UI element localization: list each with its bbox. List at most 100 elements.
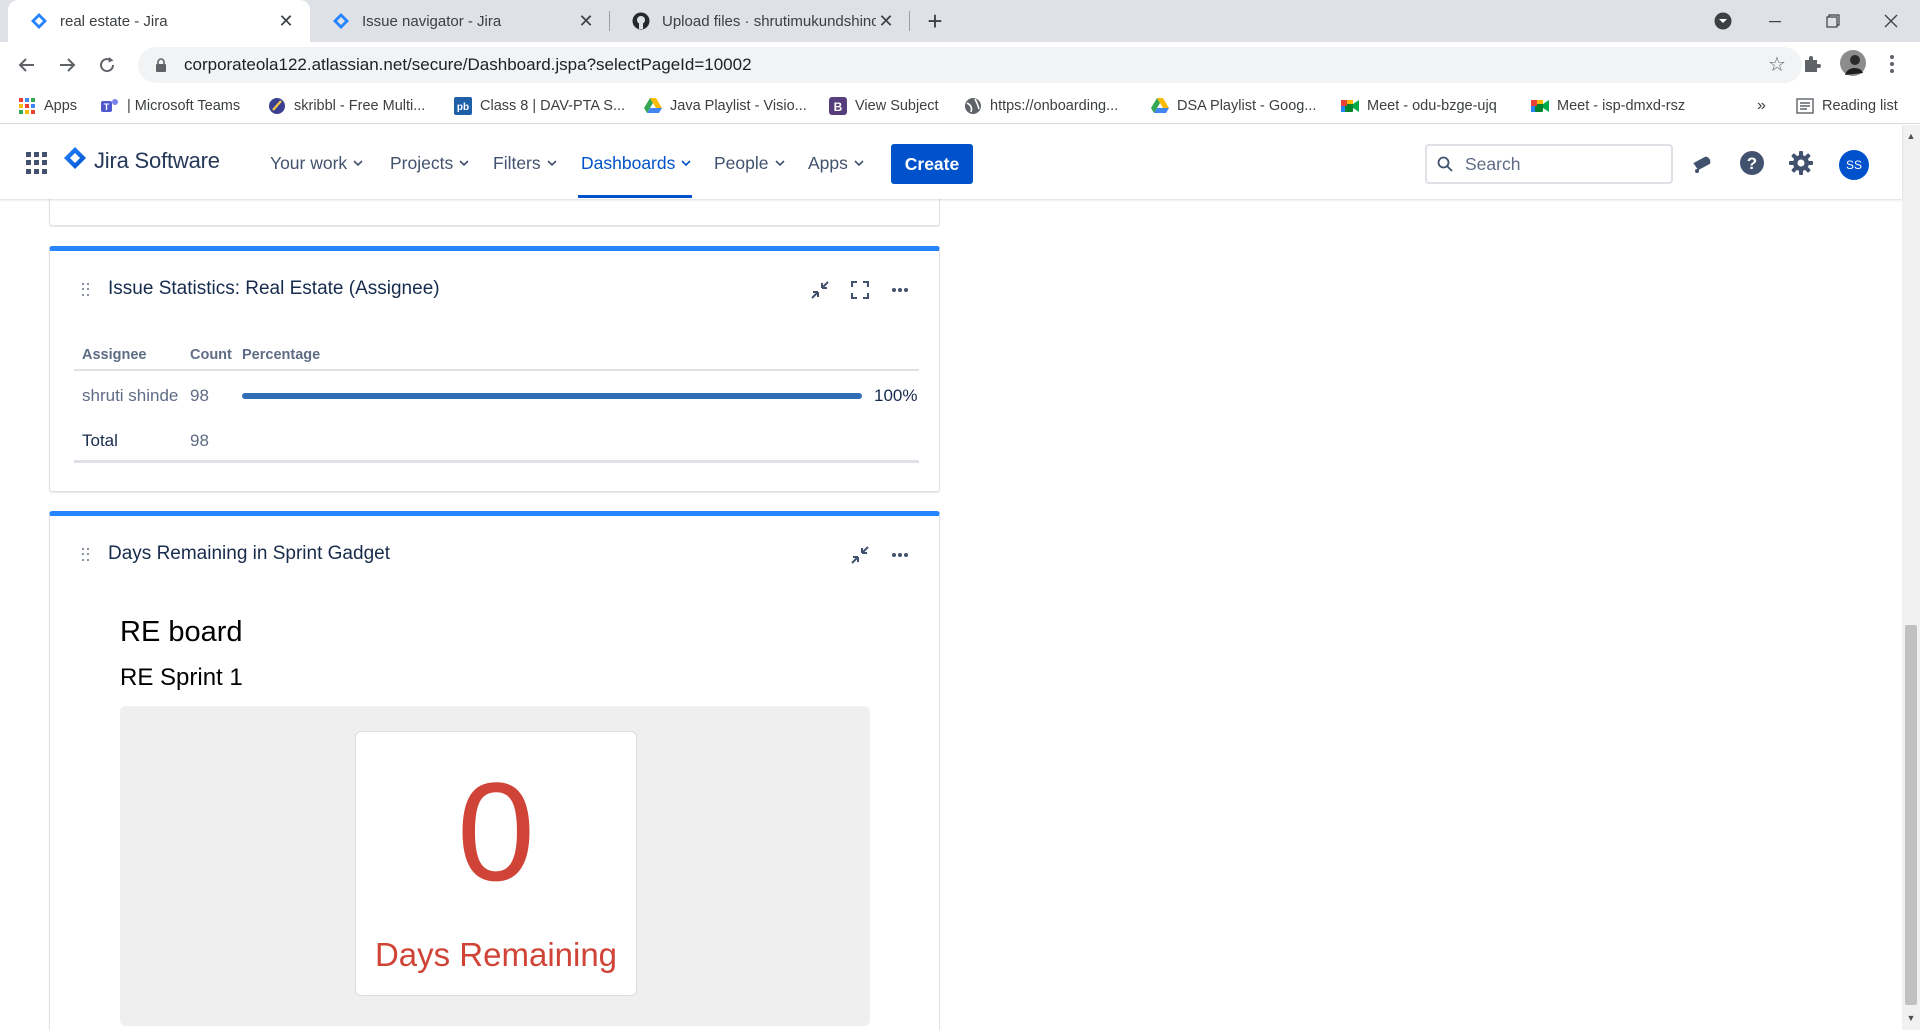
drive-icon	[1151, 97, 1169, 115]
bookmark-label: View Subject	[855, 98, 939, 114]
nav-apps[interactable]: Apps	[808, 151, 864, 175]
table-row: shruti shinde 98 100%	[74, 373, 919, 418]
apps-grid-icon	[18, 97, 36, 115]
minimize-gadget-icon[interactable]	[807, 277, 833, 303]
more-options-icon[interactable]	[887, 542, 913, 568]
drive-icon	[644, 97, 662, 115]
drag-handle-icon[interactable]	[82, 548, 90, 562]
nav-label: Apps	[808, 152, 848, 173]
search-input[interactable]: Search	[1425, 144, 1673, 184]
nav-label: Projects	[390, 152, 454, 173]
chevron-down-icon	[681, 160, 691, 167]
nav-filters[interactable]: Filters	[493, 151, 557, 175]
back-arrow-icon[interactable]	[12, 50, 42, 80]
app-switcher-icon[interactable]	[26, 152, 48, 174]
browser-tab-issue-navigator[interactable]: Issue navigator - Jira ✕	[310, 0, 610, 42]
dashboard-content: Issue Statistics: Real Estate (Assignee)…	[0, 199, 1902, 1030]
maximize-gadget-icon[interactable]	[847, 277, 873, 303]
bookmark-meet-odu[interactable]: Meet - odu-bzge-ujq	[1341, 94, 1497, 118]
bookmark-label: skribbl - Free Multi...	[294, 98, 426, 114]
nav-your-work[interactable]: Your work	[270, 151, 363, 175]
profile-avatar-icon[interactable]	[1838, 48, 1868, 78]
browser-menu-kebab-icon[interactable]	[1882, 50, 1902, 78]
page-scrollbar[interactable]: ▲ ▼	[1902, 125, 1920, 1030]
scroll-up-arrow-icon[interactable]: ▲	[1906, 131, 1916, 141]
nav-label: Dashboards	[581, 152, 676, 173]
help-icon[interactable]: ?	[1738, 149, 1766, 177]
new-tab-plus-icon[interactable]: +	[922, 8, 948, 35]
teams-icon: T	[101, 97, 119, 115]
days-remaining-gadget: Days Remaining in Sprint Gadget RE board…	[49, 511, 940, 1030]
reading-list-button[interactable]: Reading list	[1796, 94, 1898, 118]
bookmark-apps[interactable]: Apps	[18, 94, 77, 118]
bookmark-onboarding[interactable]: https://onboarding...	[964, 94, 1118, 118]
forward-arrow-icon[interactable]	[52, 50, 82, 80]
meet-icon	[1341, 97, 1359, 115]
days-remaining-card: 0 Days Remaining	[355, 731, 637, 996]
days-remaining-label: Days Remaining	[374, 936, 618, 973]
tab-close-icon[interactable]: ✕	[876, 11, 896, 31]
table-header: Assignee Count Percentage	[74, 341, 919, 371]
minimize-icon[interactable]	[1752, 0, 1798, 42]
nav-dashboards[interactable]: Dashboards	[581, 151, 691, 175]
address-bar[interactable]: corporateola122.atlassian.net/secure/Das…	[138, 47, 1802, 83]
bookmark-meet-isp[interactable]: Meet - isp-dmxd-rsz	[1531, 94, 1685, 118]
browser-tab-real-estate[interactable]: real estate - Jira ✕	[8, 0, 310, 42]
more-options-icon[interactable]	[887, 277, 913, 303]
column-header-percentage: Percentage	[242, 347, 321, 363]
browser-toolbar: corporateola122.atlassian.net/secure/Das…	[0, 42, 1920, 88]
gadget-header: Days Remaining in Sprint Gadget	[50, 516, 939, 586]
count-link[interactable]: 98	[190, 386, 209, 406]
b-icon: B	[829, 97, 847, 115]
board-name: RE board	[120, 616, 243, 648]
nav-selected-indicator	[578, 195, 692, 198]
create-button[interactable]: Create	[891, 144, 973, 184]
scroll-down-arrow-icon[interactable]: ▼	[1906, 1013, 1916, 1023]
nav-projects[interactable]: Projects	[390, 151, 469, 175]
meet-icon	[1531, 97, 1549, 115]
bookmark-skribbl[interactable]: skribbl - Free Multi...	[268, 94, 425, 118]
settings-gear-icon[interactable]	[1787, 149, 1815, 177]
search-placeholder: Search	[1465, 153, 1521, 174]
gadget-header: Issue Statistics: Real Estate (Assignee)	[50, 251, 939, 321]
product-name: Jira Software	[94, 147, 220, 173]
assignee-link[interactable]: shruti shinde	[82, 386, 178, 406]
reading-list-icon	[1796, 97, 1814, 115]
lock-icon[interactable]	[150, 57, 172, 73]
jira-logo[interactable]: Jira Software	[64, 147, 220, 174]
bookmark-class8[interactable]: pb Class 8 | DAV-PTA S...	[454, 94, 625, 118]
tab-close-icon[interactable]: ✕	[276, 11, 296, 31]
restore-icon[interactable]	[1810, 0, 1856, 42]
reload-icon[interactable]	[92, 50, 122, 80]
scrollbar-thumb[interactable]	[1905, 625, 1917, 1005]
nav-people[interactable]: People	[714, 151, 785, 175]
drag-handle-icon[interactable]	[82, 283, 90, 297]
jira-diamond-icon	[64, 147, 86, 174]
bookmarks-overflow-chevron[interactable]: »	[1757, 94, 1766, 118]
total-label: Total	[82, 431, 118, 450]
bookmark-label: DSA Playlist - Goog...	[1177, 98, 1317, 114]
minimize-gadget-icon[interactable]	[847, 542, 873, 568]
bookmark-view-subject[interactable]: B View Subject	[829, 94, 939, 118]
bookmark-dsa-playlist[interactable]: DSA Playlist - Goog...	[1151, 94, 1316, 118]
bookmark-java-playlist[interactable]: Java Playlist - Visio...	[644, 94, 807, 118]
close-window-icon[interactable]	[1868, 0, 1914, 42]
days-remaining-number: 0	[457, 753, 535, 910]
chevron-down-icon	[353, 160, 363, 167]
github-icon	[632, 12, 650, 30]
bookmark-star-icon[interactable]: ☆	[1768, 55, 1788, 75]
chevron-down-icon	[547, 160, 557, 167]
svg-text:B: B	[834, 100, 843, 114]
extensions-puzzle-icon[interactable]	[1798, 50, 1826, 78]
user-avatar[interactable]: SS	[1839, 150, 1869, 180]
bookmarks-bar: Apps T | Microsoft Teams skribbl - Free …	[0, 88, 1920, 124]
tab-search-icon[interactable]	[1700, 0, 1746, 42]
percentage-value: 100%	[874, 386, 918, 405]
nav-label: People	[714, 152, 769, 173]
notifications-bell-icon[interactable]	[1688, 149, 1716, 177]
browser-tab-upload-files[interactable]: Upload files · shrutimukundshinde ✕	[610, 0, 910, 42]
sprint-name: RE Sprint 1	[120, 664, 243, 691]
tab-close-icon[interactable]: ✕	[576, 11, 596, 31]
bookmark-microsoft-teams[interactable]: T | Microsoft Teams	[101, 94, 240, 118]
jira-icon	[30, 12, 48, 30]
